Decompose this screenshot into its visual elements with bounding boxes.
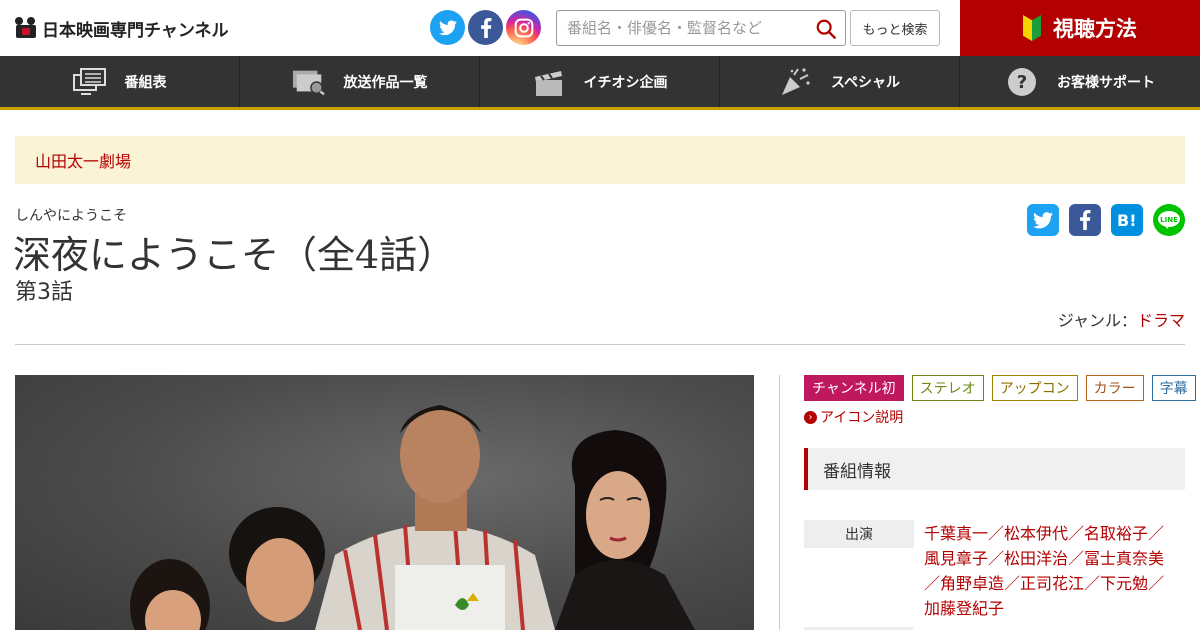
nav-item-label: スペシャル <box>830 74 901 91</box>
page-title: 深夜にようこそ（全4話） <box>13 233 456 277</box>
help-icon: ? <box>1005 67 1039 97</box>
breadcrumb-link[interactable]: 山田太一劇場 <box>35 148 131 172</box>
badge-upconvert: アップコン <box>991 375 1078 401</box>
divider <box>15 344 1185 345</box>
instagram-icon[interactable] <box>506 10 541 45</box>
svg-text:?: ? <box>1017 72 1027 93</box>
twitter-icon[interactable] <box>430 10 465 45</box>
svg-text:LINE: LINE <box>1160 216 1178 224</box>
badge-stereo: ステレオ <box>911 375 984 401</box>
cast-label: 出演 <box>804 520 914 548</box>
icon-help-label: アイコン説明 <box>820 410 904 426</box>
facebook-icon[interactable] <box>468 10 503 45</box>
more-search-button[interactable]: もっと検索 <box>850 10 940 46</box>
site-logo[interactable]: 日本映画専門チャンネル <box>14 14 229 42</box>
clapperboard-icon <box>532 67 566 97</box>
episode-label: 第3話 <box>15 280 73 305</box>
main-nav: 番組表 放送作品一覧 イチオシ企画 スペシャル ? お客様サポート <box>0 56 1200 110</box>
cast-line[interactable]: 風見章子／松田洋治／冨士真奈美 <box>924 546 1186 571</box>
icon-help-link[interactable]: › アイコン説明 <box>804 407 903 427</box>
badge-color: カラー <box>1085 375 1144 401</box>
genre-info: ジャンル：ドラマ <box>1058 307 1185 331</box>
cast-line[interactable]: ／角野卓造／正司花江／下元勉／ <box>924 571 1186 596</box>
breadcrumb: 山田太一劇場 <box>15 136 1185 184</box>
badge-subtitles: 字幕 <box>1151 375 1196 401</box>
nav-item-support[interactable]: ? お客様サポート <box>960 56 1200 107</box>
cast-line[interactable]: 加藤登紀子 <box>924 596 1186 621</box>
nav-item-label: お客様サポート <box>1057 74 1155 91</box>
tv-schedule-icon <box>72 67 107 97</box>
nav-item-program-list[interactable]: 放送作品一覧 <box>240 56 480 107</box>
search-icon[interactable] <box>815 18 837 40</box>
cast-list: 千葉真一／松本伊代／名取裕子／ 風見章子／松田洋治／冨士真奈美 ／角野卓造／正司… <box>924 521 1186 621</box>
title-reading: しんやにようこそ <box>15 208 127 224</box>
share-facebook-icon[interactable] <box>1069 204 1101 236</box>
program-photo <box>15 375 754 630</box>
nav-item-label: 番組表 <box>124 74 167 91</box>
nav-item-recommended[interactable]: イチオシ企画 <box>480 56 720 107</box>
share-twitter-icon[interactable] <box>1027 204 1059 236</box>
party-popper-icon <box>779 67 813 97</box>
nav-item-special[interactable]: スペシャル <box>720 56 960 107</box>
nav-item-schedule[interactable]: 番組表 <box>0 56 240 107</box>
share-line-icon[interactable]: LINE <box>1153 204 1185 236</box>
nav-item-label: 放送作品一覧 <box>343 74 428 91</box>
beginner-mark-icon <box>1023 15 1041 41</box>
genre-label: ジャンル： <box>1057 311 1137 330</box>
badge-channel-first: チャンネル初 <box>804 375 904 401</box>
search-box <box>556 10 846 46</box>
search-list-icon <box>292 67 326 97</box>
svg-text:B!: B! <box>1117 211 1137 229</box>
cast-line[interactable]: 千葉真一／松本伊代／名取裕子／ <box>924 521 1186 546</box>
watch-method-label: 視聴方法 <box>1053 17 1137 41</box>
watch-method-button[interactable]: 視聴方法 <box>960 0 1200 56</box>
chevron-right-icon: › <box>804 410 817 424</box>
search-input[interactable] <box>557 11 797 45</box>
genre-link[interactable]: ドラマ <box>1137 311 1185 330</box>
share-hatena-icon[interactable]: B! <box>1111 204 1143 236</box>
camera-logo-icon <box>14 17 38 39</box>
column-divider <box>779 375 780 630</box>
nav-item-label: イチオシ企画 <box>583 74 668 91</box>
logo-text: 日本映画専門チャンネル <box>42 20 229 41</box>
site-header: 日本映画専門チャンネル もっと検索 視聴方法 <box>0 0 1200 56</box>
feature-badges: チャンネル初 ステレオ アップコン カラー 字幕 <box>804 375 1196 401</box>
program-info-heading: 番組情報 <box>804 448 1185 490</box>
